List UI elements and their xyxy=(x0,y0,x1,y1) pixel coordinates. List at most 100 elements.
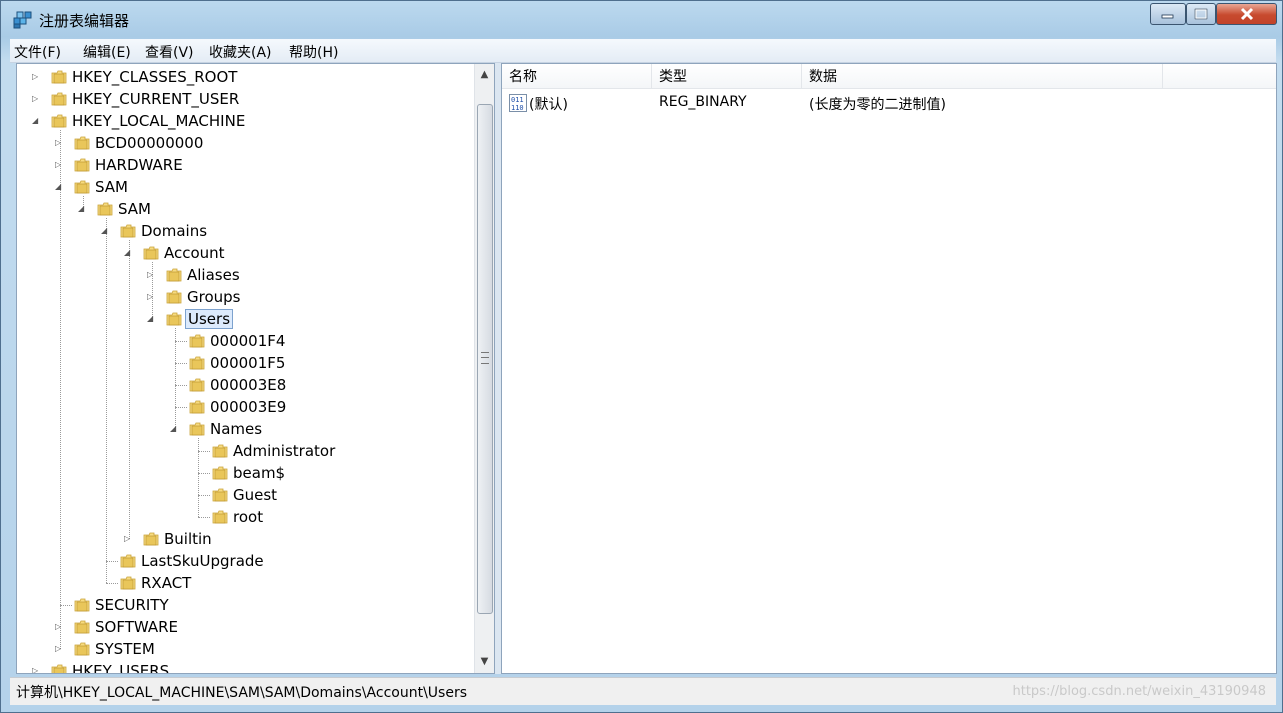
folder-icon xyxy=(143,531,159,547)
tree-node[interactable]: ▷ Builtin xyxy=(17,528,475,550)
maximize-button[interactable] xyxy=(1186,3,1216,25)
expand-arrow-icon[interactable]: ▷ xyxy=(55,616,65,638)
folder-icon xyxy=(74,157,90,173)
tree-node-label: Account xyxy=(164,244,225,262)
tree-node[interactable]: ▷ Aliases xyxy=(17,264,475,286)
maximize-icon xyxy=(1194,8,1208,20)
folder-icon xyxy=(74,179,90,195)
tree-node[interactable]: 000003E8 xyxy=(17,374,475,396)
tree-node[interactable]: beam$ xyxy=(17,462,475,484)
tree-node-label: SOFTWARE xyxy=(95,618,179,636)
expand-arrow-icon[interactable]: ▷ xyxy=(55,132,65,154)
tree-node[interactable]: 000001F5 xyxy=(17,352,475,374)
folder-icon xyxy=(51,91,67,107)
folder-icon xyxy=(97,201,113,217)
tree-node[interactable]: ▷ SOFTWARE xyxy=(17,616,475,638)
menu-help[interactable]: 帮助(H) xyxy=(289,42,338,62)
folder-icon xyxy=(212,443,228,459)
key-tree-pane[interactable]: ▷ HKEY_CLASSES_ROOT ▷ HKEY_CURRENT_USER ◢ HKE… xyxy=(16,63,495,674)
folder-icon xyxy=(51,113,67,129)
value-list-pane[interactable]: 名称 类型 数据 011 110 (默认) REG_BINARY (长度为零的二… xyxy=(501,63,1277,674)
value-data: (长度为零的二进制值) xyxy=(809,97,946,113)
tree-node-label: 000003E8 xyxy=(210,376,287,394)
registry-editor-window: 注册表编辑器 文件(F) 编辑(E) 查看(V) 收藏夹(A) 帮助(H) ▷ H… xyxy=(0,0,1283,713)
collapse-arrow-icon[interactable]: ◢ xyxy=(78,198,88,220)
collapse-arrow-icon[interactable]: ◢ xyxy=(32,110,42,132)
folder-icon xyxy=(120,553,136,569)
tree-node[interactable]: ▷ HARDWARE xyxy=(17,154,475,176)
expand-arrow-icon[interactable]: ▷ xyxy=(32,660,42,673)
value-type: REG_BINARY xyxy=(659,94,747,110)
tree-node-label: SYSTEM xyxy=(95,640,155,658)
menu-edit[interactable]: 编辑(E) xyxy=(83,42,131,62)
column-header-type[interactable]: 类型 xyxy=(652,64,802,89)
tree-node-label: BCD00000000 xyxy=(95,134,204,152)
menu-view[interactable]: 查看(V) xyxy=(145,42,194,62)
tree-node[interactable]: ▷ BCD00000000 xyxy=(17,132,475,154)
tree-vertical-scrollbar[interactable]: ▲ ▼ xyxy=(474,64,494,673)
tree-node[interactable]: ▷ HKEY_USERS xyxy=(17,660,475,674)
tree-node-label: HKEY_USERS xyxy=(72,662,170,674)
expand-arrow-icon[interactable]: ▷ xyxy=(32,88,42,110)
tree-node[interactable]: 000003E9 xyxy=(17,396,475,418)
tree-node[interactable]: LastSkuUpgrade xyxy=(17,550,475,572)
tree-node[interactable]: root xyxy=(17,506,475,528)
scroll-up-arrow-icon[interactable]: ▲ xyxy=(477,66,492,84)
folder-icon xyxy=(74,135,90,151)
tree-node[interactable]: Administrator xyxy=(17,440,475,462)
tree-node[interactable]: ◢ Account xyxy=(17,242,475,264)
svg-text:011: 011 xyxy=(511,96,524,104)
folder-icon xyxy=(166,289,182,305)
tree-node-label: HKEY_CLASSES_ROOT xyxy=(72,68,238,86)
expand-arrow-icon[interactable]: ▷ xyxy=(55,154,65,176)
tree-node-label: Aliases xyxy=(187,266,240,284)
collapse-arrow-icon[interactable]: ◢ xyxy=(147,308,157,330)
folder-icon xyxy=(120,575,136,591)
collapse-arrow-icon[interactable]: ◢ xyxy=(101,220,111,242)
folder-icon xyxy=(51,69,67,85)
collapse-arrow-icon[interactable]: ◢ xyxy=(124,242,134,264)
tree-node[interactable]: ▷ Groups xyxy=(17,286,475,308)
title-bar[interactable]: 注册表编辑器 xyxy=(1,1,1282,37)
tree-node-label: 000003E9 xyxy=(210,398,287,416)
collapse-arrow-icon[interactable]: ◢ xyxy=(55,176,65,198)
close-button[interactable] xyxy=(1216,3,1277,25)
tree-node[interactable]: RXACT xyxy=(17,572,475,594)
menu-bar: 文件(F) 编辑(E) 查看(V) 收藏夹(A) 帮助(H) xyxy=(10,39,1276,63)
tree-node[interactable]: ▷ HKEY_CLASSES_ROOT xyxy=(17,66,475,88)
expand-arrow-icon[interactable]: ▷ xyxy=(147,264,157,286)
tree-node[interactable]: Guest xyxy=(17,484,475,506)
tree-node-label: HKEY_CURRENT_USER xyxy=(72,90,240,108)
folder-icon xyxy=(212,487,228,503)
tree-node[interactable]: SECURITY xyxy=(17,594,475,616)
tree-node[interactable]: ▷ SYSTEM xyxy=(17,638,475,660)
tree-node[interactable]: ◢ HKEY_LOCAL_MACHINE xyxy=(17,110,475,132)
expand-arrow-icon[interactable]: ▷ xyxy=(124,528,134,550)
folder-icon xyxy=(143,245,159,261)
folder-icon xyxy=(74,597,90,613)
tree-node[interactable]: ◢ SAM xyxy=(17,176,475,198)
collapse-arrow-icon[interactable]: ◢ xyxy=(170,418,180,440)
scroll-down-arrow-icon[interactable]: ▼ xyxy=(477,653,492,671)
tree-node[interactable]: 000001F4 xyxy=(17,330,475,352)
tree-node[interactable]: ◢ Names xyxy=(17,418,475,440)
folder-icon xyxy=(166,267,182,283)
expand-arrow-icon[interactable]: ▷ xyxy=(147,286,157,308)
column-header-data[interactable]: 数据 xyxy=(802,64,1163,89)
column-header-name[interactable]: 名称 xyxy=(502,64,652,89)
scroll-thumb[interactable] xyxy=(477,104,493,614)
expand-arrow-icon[interactable]: ▷ xyxy=(55,638,65,660)
folder-icon xyxy=(74,619,90,635)
menu-file[interactable]: 文件(F) xyxy=(14,42,61,62)
tree-node[interactable]: ◢ Users xyxy=(17,308,475,330)
tree-node[interactable]: ▷ HKEY_CURRENT_USER xyxy=(17,88,475,110)
folder-icon xyxy=(189,333,205,349)
menu-favorites[interactable]: 收藏夹(A) xyxy=(209,42,272,62)
minimize-button[interactable] xyxy=(1150,3,1186,25)
folder-icon xyxy=(120,223,136,239)
tree-node[interactable]: ◢ SAM xyxy=(17,198,475,220)
expand-arrow-icon[interactable]: ▷ xyxy=(32,66,42,88)
tree-node-label: 000001F5 xyxy=(210,354,286,372)
status-path: 计算机\HKEY_LOCAL_MACHINE\SAM\SAM\Domains\A… xyxy=(16,685,467,701)
tree-node[interactable]: ◢ Domains xyxy=(17,220,475,242)
